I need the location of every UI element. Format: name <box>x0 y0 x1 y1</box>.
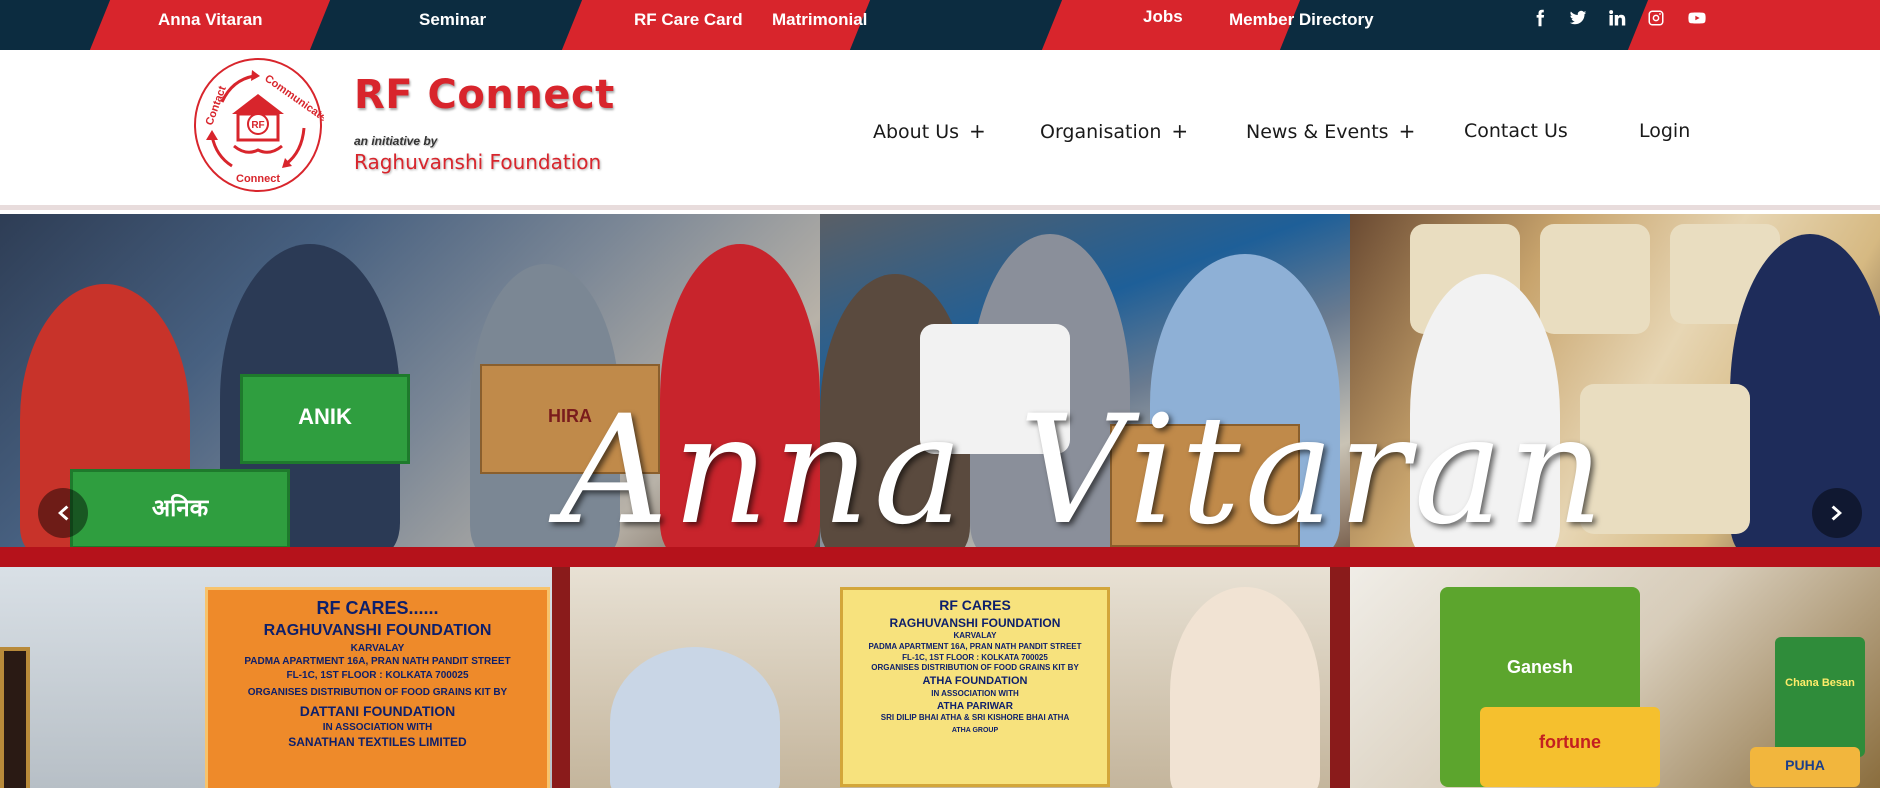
hero-photo-banner-left: RF CARES...... RAGHUVANSHI FOUNDATION KA… <box>0 567 552 788</box>
nav-item-organisation[interactable]: Organisation + <box>1040 116 1188 146</box>
rf-cares-banner-left: RF CARES...... RAGHUVANSHI FOUNDATION KA… <box>205 587 550 788</box>
youtube-icon[interactable] <box>1684 6 1710 30</box>
grocery-box: ANIK <box>240 374 410 464</box>
emblem-initials: RF <box>251 120 264 131</box>
chevron-left-icon <box>58 505 69 521</box>
box-label: ANIK <box>298 404 352 429</box>
box-label: अनिक <box>151 494 209 522</box>
rf-logo-emblem[interactable]: RF Contact Communicate Connect <box>192 56 329 194</box>
hero-slider: ANIK अनिक HIRA RF CARES...... RAGHUVANSH… <box>0 214 1880 788</box>
banner-sub: KARVALAY <box>350 642 405 654</box>
instagram-icon[interactable] <box>1643 6 1669 30</box>
pack-label: Chana Besan <box>1785 677 1855 689</box>
banner-assoc-org: ATHA PARIWAR <box>937 700 1013 712</box>
banner-address: FL-1C, 1ST FLOOR : KOLKATA 700025 <box>902 652 1048 662</box>
banner-heading: RF CARES...... <box>316 598 439 618</box>
slider-prev-button[interactable] <box>38 488 88 538</box>
plus-icon: + <box>1398 119 1416 143</box>
nav-item-news-events[interactable]: News & Events + <box>1246 116 1415 146</box>
plus-icon: + <box>1171 119 1189 143</box>
pack-label: fortune <box>1539 732 1601 752</box>
slider-next-button[interactable] <box>1812 488 1862 538</box>
banner-footer: SRI DILIP BHAI ATHA & SRI KISHORE BHAI A… <box>880 713 1070 723</box>
banner-line: ORGANISES DISTRIBUTION OF FOOD GRAINS KI… <box>247 687 508 699</box>
foundation-name: Raghuvanshi Foundation <box>354 150 602 174</box>
portrait-frame <box>0 647 30 788</box>
site-tagline: an initiative by <box>354 134 438 148</box>
food-pack: Chana Besan <box>1775 637 1865 757</box>
pack-label: Ganesh <box>1506 657 1574 677</box>
food-pack: fortune <box>1480 707 1660 787</box>
nav-label: About Us <box>873 121 960 143</box>
pack-label: PUHA <box>1785 757 1825 773</box>
twitter-icon[interactable] <box>1565 6 1591 30</box>
banner-org: RAGHUVANSHI FOUNDATION <box>889 615 1061 630</box>
banner-org: RAGHUVANSHI FOUNDATION <box>263 622 492 640</box>
hero-photo-banner-center: RF CARES RAGHUVANSHI FOUNDATION KARVALAY… <box>570 567 1330 788</box>
emblem-word-connect: Connect <box>236 173 280 185</box>
grocery-box: अनिक <box>70 469 290 547</box>
atha-group-logo: ATHA GROUP <box>951 727 999 735</box>
rf-emblem-graphic: RF Contact Communicate Connect <box>194 58 329 192</box>
nav-label: News & Events <box>1246 121 1389 143</box>
topbar-link-seminar[interactable]: Seminar <box>419 0 486 40</box>
banner-sub: KARVALAY <box>953 631 997 641</box>
site-title[interactable]: RF Connect <box>354 72 615 118</box>
facebook-icon[interactable] <box>1527 6 1553 30</box>
hero-slide-title: Anna Vitaran <box>560 384 1608 558</box>
hero-photo-food-packs: Ganesh fortune Chana Besan PUHA <box>1350 567 1880 788</box>
banner-assoc: IN ASSOCIATION WITH <box>322 721 433 733</box>
nav-label: Login <box>1639 120 1691 142</box>
topbar-link-jobs[interactable]: Jobs <box>1143 0 1183 37</box>
topbar-link-member-directory[interactable]: Member Directory <box>1229 0 1374 40</box>
food-pack: PUHA <box>1750 747 1860 787</box>
banner-partner: ATHA FOUNDATION <box>922 675 1028 688</box>
rf-cares-banner-center: RF CARES RAGHUVANSHI FOUNDATION KARVALAY… <box>840 587 1110 787</box>
topbar-link-rf-care-card[interactable]: RF Care Card <box>634 0 743 40</box>
topbar-link-matrimonial[interactable]: Matrimonial <box>772 0 867 40</box>
plus-icon: + <box>969 119 986 143</box>
banner-address: PADMA APARTMENT 16A, PRAN NATH PANDIT ST… <box>244 656 511 668</box>
chevron-right-icon <box>1831 505 1842 521</box>
topbar-link-anna-vitaran[interactable]: Anna Vitaran <box>158 0 263 40</box>
top-bar: Anna Vitaran Seminar RF Care Card Matrim… <box>0 0 1880 50</box>
banner-partner: DATTANI FOUNDATION <box>299 702 456 719</box>
person-figure <box>610 647 780 788</box>
grain-sack <box>1540 224 1650 334</box>
nav-item-login[interactable]: Login <box>1639 116 1690 146</box>
banner-assoc: IN ASSOCIATION WITH <box>931 689 1019 699</box>
nav-item-contact-us[interactable]: Contact Us <box>1464 116 1568 146</box>
banner-line: ORGANISES DISTRIBUTION OF FOOD GRAINS KI… <box>871 663 1079 673</box>
banner-assoc-org: SANATHAN TEXTILES LIMITED <box>288 735 467 750</box>
nav-item-about-us[interactable]: About Us + <box>873 116 986 146</box>
banner-address: PADMA APARTMENT 16A, PRAN NATH PANDIT ST… <box>868 641 1082 651</box>
banner-heading: RF CARES <box>939 597 1011 613</box>
nav-label: Organisation <box>1040 121 1162 143</box>
person-figure <box>1170 587 1320 788</box>
banner-address: FL-1C, 1ST FLOOR : KOLKATA 700025 <box>286 669 469 681</box>
nav-label: Contact Us <box>1464 120 1568 142</box>
site-header: RF Contact Communicate Connect RF Connec… <box>0 50 1880 210</box>
linkedin-icon[interactable] <box>1604 6 1630 30</box>
